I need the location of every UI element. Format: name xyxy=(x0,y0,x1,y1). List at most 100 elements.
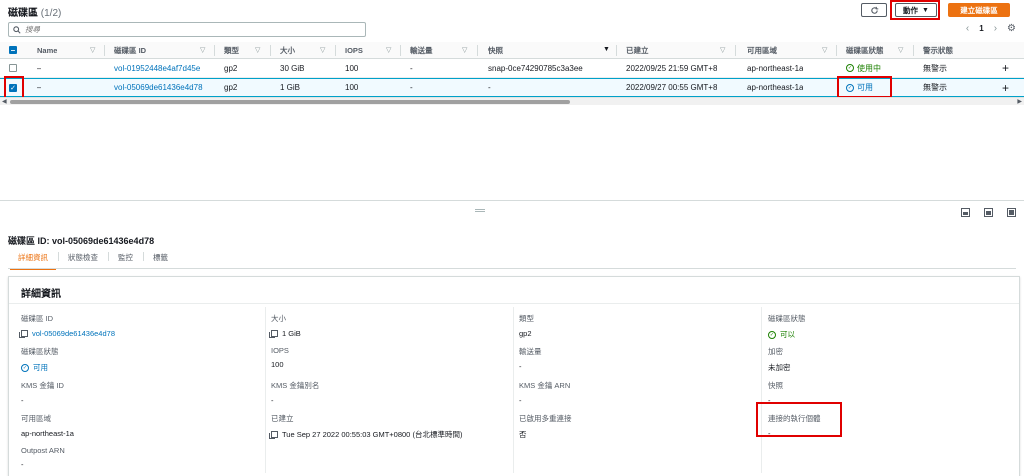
section-title: 詳細資訊 xyxy=(21,289,61,300)
actions-button[interactable]: 動作 ▼ xyxy=(895,3,937,17)
next-page-icon[interactable]: › xyxy=(994,23,997,34)
sort-icon[interactable]: ▽ xyxy=(320,46,325,54)
volume-id-value[interactable]: vol-05069de61436e4d78 xyxy=(32,329,115,338)
field-kms-alias: KMS 金鑰別名 - xyxy=(271,381,320,405)
sort-icon[interactable]: ▽ xyxy=(462,46,467,54)
search-icon xyxy=(13,25,21,34)
panel-full-icon[interactable] xyxy=(1007,208,1016,217)
sort-desc-icon[interactable]: ▼ xyxy=(603,46,610,53)
volume-id-link[interactable]: vol-01952448e4af7d45e xyxy=(114,59,200,77)
field-outpost-arn: Outpost ARN - xyxy=(21,446,65,469)
cell-size: 1 GiB xyxy=(280,83,301,92)
state-text: 可用 xyxy=(857,83,873,92)
table-row[interactable]: – vol-01952448e4af7d45e gp2 30 GiB 100 -… xyxy=(0,59,1024,78)
page-title: 磁碟區 (1/2) xyxy=(8,4,61,19)
panel-layout-controls xyxy=(961,208,1016,217)
cell-alarm: 無警示 xyxy=(923,83,947,92)
col-iops[interactable]: IOPS xyxy=(345,42,363,58)
page-number[interactable]: 1 xyxy=(979,24,983,33)
details-card: 詳細資訊 磁碟區 ID vol-05069de61436e4d78 磁碟區狀態 … xyxy=(8,276,1020,476)
tab-status-checks[interactable]: 狀態檢查 xyxy=(58,249,108,270)
details-title: 磁碟區 ID: vol-05069de61436e4d78 xyxy=(8,236,155,246)
sort-icon[interactable]: ▽ xyxy=(898,46,903,54)
cell-snapshot: - xyxy=(488,83,491,92)
select-all-checkbox[interactable]: – xyxy=(9,42,17,58)
sort-icon[interactable]: ▽ xyxy=(720,46,725,54)
col-alarm[interactable]: 警示狀態 xyxy=(923,42,953,58)
col-created[interactable]: 已建立 xyxy=(626,42,649,58)
panel-half-icon[interactable] xyxy=(984,208,993,217)
col-snapshot[interactable]: 快照 xyxy=(488,42,503,58)
scroll-thumb[interactable] xyxy=(10,100,570,104)
caret-down-icon: ▼ xyxy=(922,6,929,14)
actions-label: 動作 xyxy=(903,5,919,15)
horizontal-scrollbar[interactable]: ◀ ▶ xyxy=(0,97,1024,105)
sort-icon[interactable]: ▽ xyxy=(200,46,205,54)
sort-icon[interactable]: ▽ xyxy=(255,46,260,54)
cell-alarm: 無警示 xyxy=(923,63,947,73)
col-type[interactable]: 類型 xyxy=(224,42,239,58)
status-badge: ✓ 使用中 xyxy=(846,59,881,77)
field-volume-id: 磁碟區 ID vol-05069de61436e4d78 xyxy=(19,314,115,338)
details-panel: 磁碟區 ID: vol-05069de61436e4d78 詳細資訊 狀態檢查 … xyxy=(0,220,1024,476)
cell-name: – xyxy=(37,63,42,73)
search-input[interactable] xyxy=(25,25,345,34)
row-checkbox[interactable]: ✓ xyxy=(9,79,17,96)
refresh-button[interactable] xyxy=(861,3,887,17)
selection-count: (1/2) xyxy=(40,8,62,19)
row-checkbox[interactable] xyxy=(9,59,17,77)
search-bar[interactable] xyxy=(8,22,366,37)
col-throughput[interactable]: 輸送量 xyxy=(410,42,433,58)
table-row[interactable]: ✓ – vol-05069de61436e4d78 gp2 1 GiB 100 … xyxy=(0,78,1024,97)
copy-icon[interactable] xyxy=(269,330,278,338)
cell-created: 2022/09/25 21:59 GMT+8 xyxy=(626,63,718,73)
status-badge: ✓ 可用 xyxy=(846,79,873,96)
cell-type: gp2 xyxy=(224,63,238,73)
col-size[interactable]: 大小 xyxy=(280,42,295,58)
scroll-left-icon[interactable]: ◀ xyxy=(2,98,7,105)
volume-id-link[interactable]: vol-05069de61436e4d78 xyxy=(114,79,203,96)
cell-size: 30 GiB xyxy=(280,63,305,73)
volumes-panel: 磁碟區 (1/2) 動作 ▼ 建立磁碟區 ‹ 1 › ⚙ – Name ▽ 磁碟… xyxy=(0,0,1024,200)
col-state[interactable]: 磁碟區狀態 xyxy=(846,42,884,58)
col-name[interactable]: Name xyxy=(37,42,57,58)
drag-handle-icon[interactable] xyxy=(475,209,485,212)
details-tabs: 詳細資訊 狀態檢查 監控 標籤 xyxy=(8,249,178,270)
panel-bottom-icon[interactable] xyxy=(961,208,970,217)
cell-created: 2022/09/27 00:55 GMT+8 xyxy=(626,83,718,92)
split-panel-handle[interactable] xyxy=(0,200,1024,220)
cell-az: ap-northeast-1a xyxy=(747,63,804,73)
cell-iops: 100 xyxy=(345,83,359,92)
col-volume-id[interactable]: 磁碟區 ID xyxy=(114,42,146,58)
tab-details[interactable]: 詳細資訊 xyxy=(8,249,58,270)
field-iops: IOPS 100 xyxy=(271,346,289,369)
copy-icon[interactable] xyxy=(19,330,28,338)
tab-monitoring[interactable]: 監控 xyxy=(108,249,143,270)
add-alarm-icon[interactable]: + xyxy=(1002,59,1009,77)
field-kms-arn: KMS 金鑰 ARN - xyxy=(519,381,571,405)
field-multi-attach: 已啟用多重連接 否 xyxy=(519,414,572,439)
state-text: 使用中 xyxy=(857,63,881,73)
col-az[interactable]: 可用區域 xyxy=(747,42,777,58)
settings-gear-icon[interactable]: ⚙ xyxy=(1007,23,1016,34)
cell-throughput: - xyxy=(410,63,413,73)
cell-snapshot: snap-0ce74290785c3a3ee xyxy=(488,63,583,73)
check-circle-icon: ✓ xyxy=(846,83,854,92)
cell-iops: 100 xyxy=(345,63,359,73)
sort-icon[interactable]: ▽ xyxy=(822,46,827,54)
refresh-icon xyxy=(870,6,878,14)
field-encryption: 加密 未加密 xyxy=(768,347,791,372)
create-volume-button[interactable]: 建立磁碟區 xyxy=(948,3,1010,17)
add-alarm-icon[interactable]: + xyxy=(1002,79,1009,96)
tab-tags[interactable]: 標籤 xyxy=(143,249,178,270)
cell-type: gp2 xyxy=(224,83,238,92)
sort-icon[interactable]: ▽ xyxy=(90,46,95,54)
check-circle-icon: ✓ xyxy=(846,64,854,72)
copy-icon[interactable] xyxy=(269,431,278,439)
field-type: 類型 gp2 xyxy=(519,314,534,338)
cell-az: ap-northeast-1a xyxy=(747,83,804,92)
prev-page-icon[interactable]: ‹ xyxy=(966,23,969,34)
check-circle-icon: ✓ xyxy=(21,363,29,372)
scroll-right-icon[interactable]: ▶ xyxy=(1017,98,1022,105)
sort-icon[interactable]: ▽ xyxy=(386,46,391,54)
